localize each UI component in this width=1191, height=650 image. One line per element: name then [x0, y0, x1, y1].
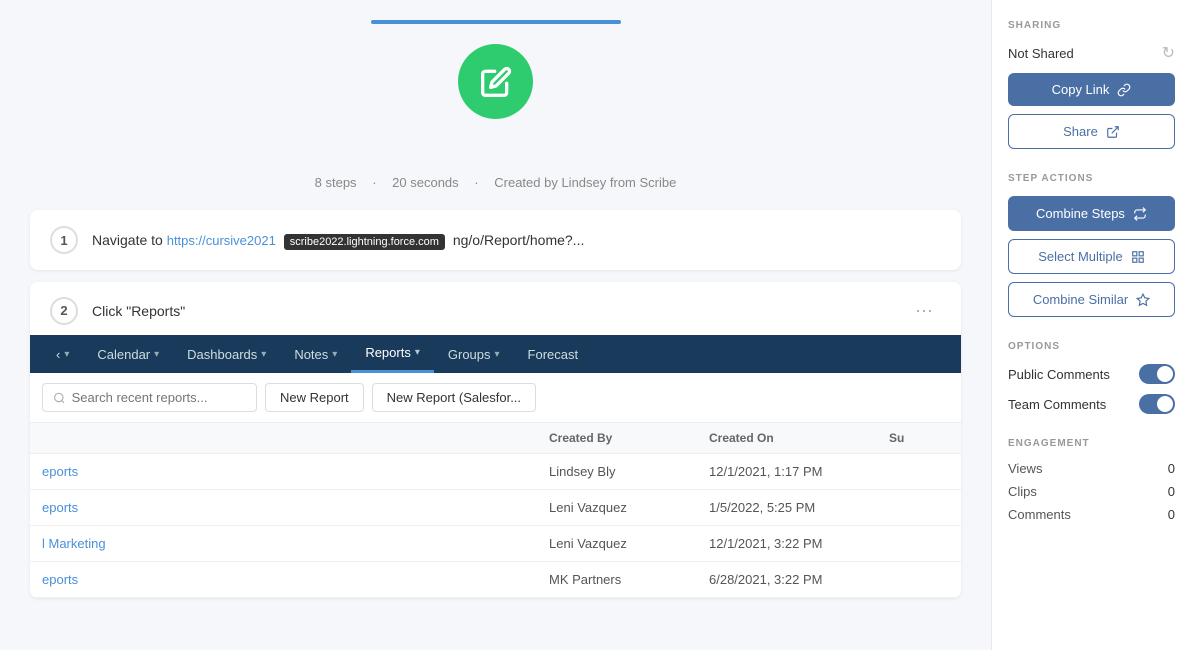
nav-item-reports[interactable]: Reports ▾: [351, 335, 434, 373]
table-header: Created By Created On Su: [30, 423, 961, 454]
sharing-row: Not Shared ↻: [1008, 43, 1175, 63]
team-comments-label: Team Comments: [1008, 397, 1106, 412]
clips-value: 0: [1168, 484, 1175, 499]
sharing-title: SHARING: [1008, 20, 1175, 31]
options-section: OPTIONS Public Comments Team Comments: [1008, 341, 1175, 414]
step-1-card: 1 Navigate to https://cursive2021 scribe…: [30, 210, 961, 270]
table-row: l Marketing Leni Vazquez 12/1/2021, 3:22…: [30, 526, 961, 562]
report-date-4: 6/28/2021, 3:22 PM: [709, 572, 889, 587]
step-2-card: 2 Click "Reports" ··· ‹ ▾ Calendar ▾ Das…: [30, 282, 961, 598]
col-sub: Su: [889, 431, 949, 445]
select-multiple-label: Select Multiple: [1038, 249, 1123, 264]
comments-row: Comments 0: [1008, 507, 1175, 522]
combine-steps-icon: [1133, 207, 1147, 221]
clips-row: Clips 0: [1008, 484, 1175, 499]
copy-link-label: Copy Link: [1052, 82, 1110, 97]
table-row: eports MK Partners 6/28/2021, 3:22 PM: [30, 562, 961, 598]
report-date-3: 12/1/2021, 3:22 PM: [709, 536, 889, 551]
nav-item-groups[interactable]: Groups ▾: [434, 337, 514, 372]
step-1-number: 1: [50, 226, 78, 254]
search-box[interactable]: [42, 383, 257, 412]
copy-link-button[interactable]: Copy Link: [1008, 73, 1175, 106]
avatar: [458, 44, 533, 119]
combine-similar-button[interactable]: Combine Similar: [1008, 282, 1175, 317]
right-panel: SHARING Not Shared ↻ Copy Link Share STE…: [991, 0, 1191, 650]
comments-label: Comments: [1008, 507, 1071, 522]
step-actions-title: STEP ACTIONS: [1008, 173, 1175, 184]
combine-steps-label: Combine Steps: [1036, 206, 1125, 221]
report-date-2: 1/5/2022, 5:25 PM: [709, 500, 889, 515]
link-icon: [1117, 83, 1131, 97]
search-icon: [53, 391, 66, 405]
report-name-2[interactable]: eports: [42, 500, 549, 515]
combine-steps-button[interactable]: Combine Steps: [1008, 196, 1175, 231]
report-author-2: Leni Vazquez: [549, 500, 709, 515]
nav-item-left-arrow[interactable]: ‹ ▾: [42, 337, 83, 372]
external-link-icon: [1106, 125, 1120, 139]
views-row: Views 0: [1008, 461, 1175, 476]
team-comments-row: Team Comments: [1008, 394, 1175, 414]
share-button[interactable]: Share: [1008, 114, 1175, 149]
share-label: Share: [1063, 124, 1098, 139]
nav-item-dashboards[interactable]: Dashboards ▾: [173, 337, 280, 372]
refresh-icon[interactable]: ↻: [1162, 43, 1175, 63]
nav-item-calendar[interactable]: Calendar ▾: [83, 337, 173, 372]
step-actions-section: STEP ACTIONS Combine Steps Select Multip…: [1008, 173, 1175, 317]
select-multiple-icon: [1131, 250, 1145, 264]
table-row: eports Leni Vazquez 1/5/2022, 5:25 PM: [30, 490, 961, 526]
options-title: OPTIONS: [1008, 341, 1175, 352]
not-shared-label: Not Shared: [1008, 46, 1074, 61]
progress-bar: [371, 20, 621, 24]
col-created-by[interactable]: Created By: [549, 431, 709, 445]
combine-similar-label: Combine Similar: [1033, 292, 1128, 307]
engagement-section: ENGAGEMENT Views 0 Clips 0 Comments 0: [1008, 438, 1175, 522]
page-title-input[interactable]: New Event: [306, 135, 686, 167]
report-name-3[interactable]: l Marketing: [42, 536, 549, 551]
report-author-3: Leni Vazquez: [549, 536, 709, 551]
step-more-menu[interactable]: ···: [907, 296, 941, 325]
public-comments-toggle[interactable]: [1139, 364, 1175, 384]
comments-value: 0: [1168, 507, 1175, 522]
search-input[interactable]: [72, 390, 246, 405]
step-url[interactable]: https://cursive2021: [167, 233, 276, 248]
step-1-text: Navigate to https://cursive2021 scribe20…: [92, 232, 941, 248]
report-author-4: MK Partners: [549, 572, 709, 587]
clips-label: Clips: [1008, 484, 1037, 499]
reports-table: Created By Created On Su eports Lindsey …: [30, 423, 961, 598]
public-comments-row: Public Comments: [1008, 364, 1175, 384]
nav-item-notes[interactable]: Notes ▾: [280, 337, 351, 372]
report-name-1[interactable]: eports: [42, 464, 549, 479]
reports-content: New Report New Report (Salesfor... Creat…: [30, 373, 961, 598]
team-comments-toggle[interactable]: [1139, 394, 1175, 414]
reports-toolbar: New Report New Report (Salesfor...: [30, 373, 961, 423]
sharing-section: SHARING Not Shared ↻ Copy Link Share: [1008, 20, 1175, 149]
public-comments-label: Public Comments: [1008, 367, 1110, 382]
combine-similar-icon: [1136, 293, 1150, 307]
report-date-1: 12/1/2021, 1:17 PM: [709, 464, 889, 479]
new-report-sf-button[interactable]: New Report (Salesfor...: [372, 383, 536, 412]
new-report-button[interactable]: New Report: [265, 383, 364, 412]
url-tooltip: scribe2022.lightning.force.com: [284, 234, 445, 250]
nav-item-forecast[interactable]: Forecast: [514, 337, 593, 372]
views-label: Views: [1008, 461, 1042, 476]
col-created-on[interactable]: Created On: [709, 431, 889, 445]
select-multiple-button[interactable]: Select Multiple: [1008, 239, 1175, 274]
meta-info: 8 steps · 20 seconds · Created by Lindse…: [30, 175, 961, 190]
report-author-1: Lindsey Bly: [549, 464, 709, 479]
step-2-text: Click "Reports": [92, 303, 893, 319]
engagement-title: ENGAGEMENT: [1008, 438, 1175, 449]
report-name-4[interactable]: eports: [42, 572, 549, 587]
nav-bar: ‹ ▾ Calendar ▾ Dashboards ▾ Notes ▾ Repo…: [30, 335, 961, 373]
views-value: 0: [1168, 461, 1175, 476]
table-row: eports Lindsey Bly 12/1/2021, 1:17 PM: [30, 454, 961, 490]
step-2-number: 2: [50, 297, 78, 325]
